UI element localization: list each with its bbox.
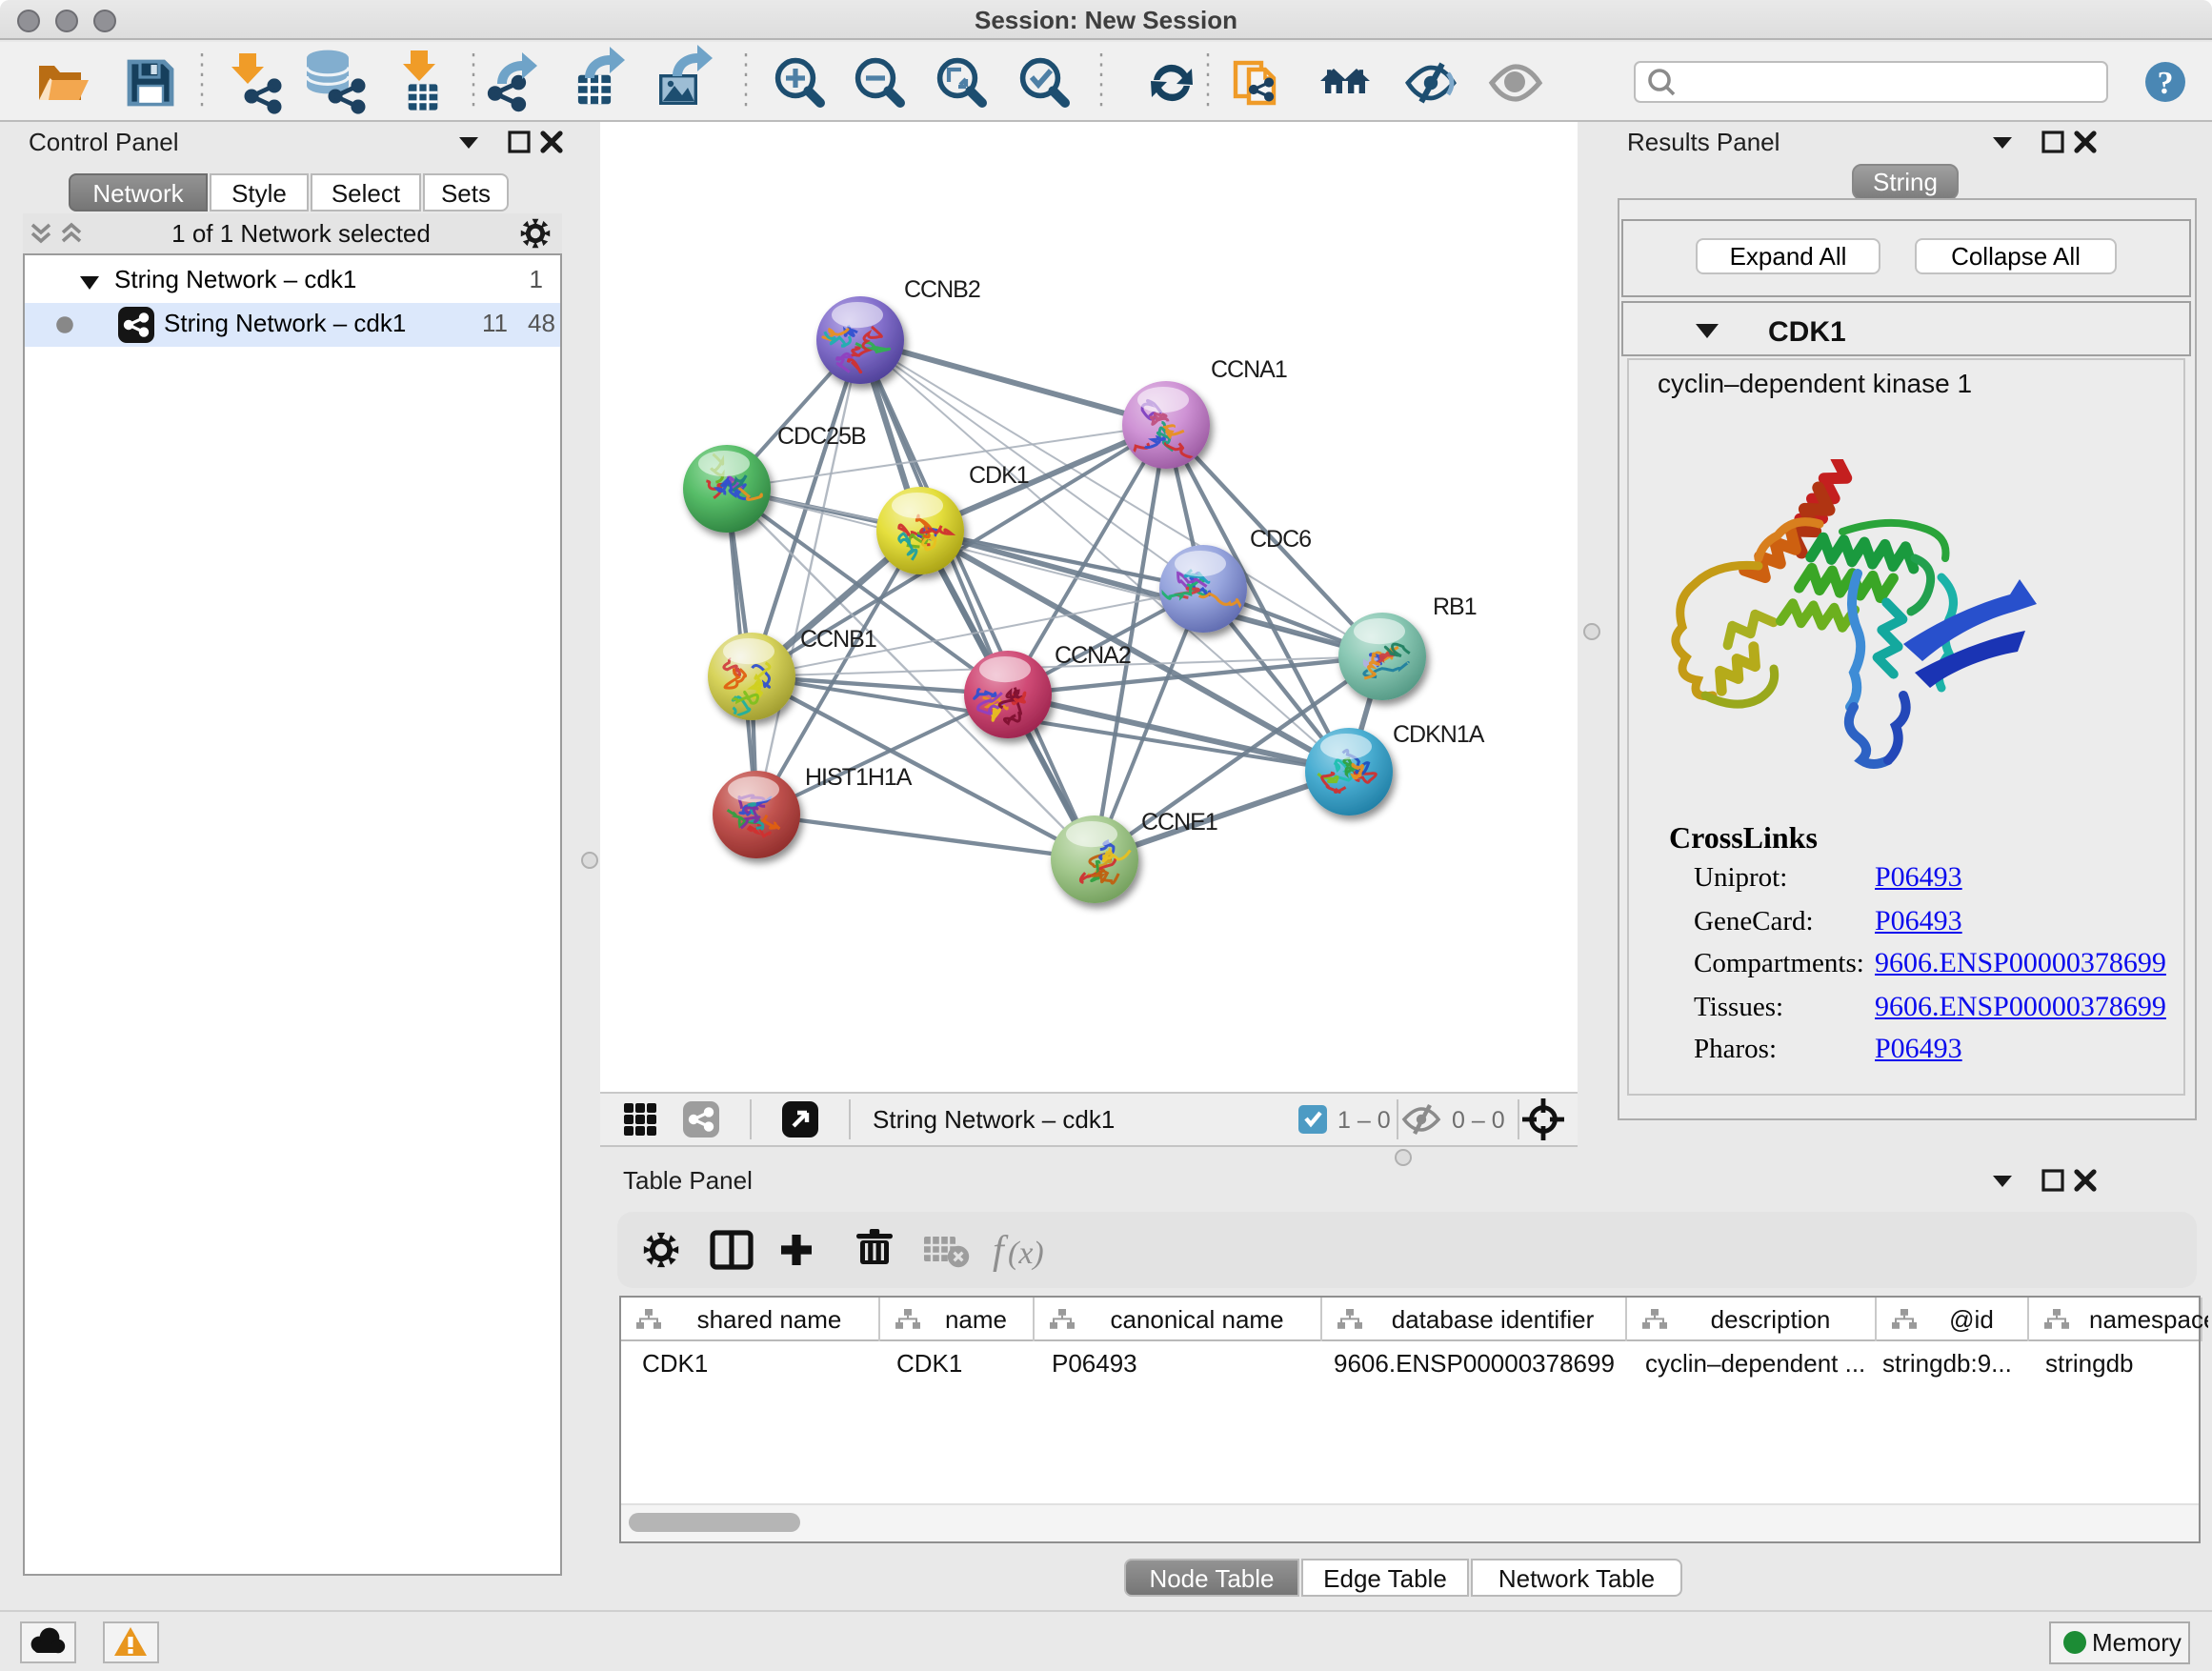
svg-text:CDKN1A: CDKN1A (1393, 721, 1485, 748)
svg-text:?: ? (2158, 66, 2174, 101)
svg-text:f: f (993, 1229, 1009, 1273)
svg-text:Memory: Memory (2092, 1628, 2182, 1657)
svg-text:(x): (x) (1008, 1236, 1044, 1271)
svg-text:1 of 1 Network selected: 1 of 1 Network selected (171, 219, 431, 248)
svg-text:CCNB1: CCNB1 (800, 626, 876, 653)
svg-text:CCNE1: CCNE1 (1141, 809, 1217, 836)
svg-text:String Network – cdk1: String Network – cdk1 (873, 1105, 1115, 1134)
svg-text:CDK1: CDK1 (969, 462, 1029, 489)
svg-text:0 – 0: 0 – 0 (1452, 1107, 1505, 1134)
svg-text:CDC6: CDC6 (1250, 526, 1311, 553)
svg-text:CCNA1: CCNA1 (1211, 356, 1287, 383)
svg-text:CCNA2: CCNA2 (1055, 642, 1131, 669)
svg-text:CCNB2: CCNB2 (904, 276, 980, 303)
svg-text:CDK1: CDK1 (1768, 316, 1846, 348)
svg-text:1 – 0: 1 – 0 (1337, 1107, 1391, 1134)
svg-text:RB1: RB1 (1433, 594, 1477, 620)
svg-text:HIST1H1A: HIST1H1A (805, 764, 913, 791)
svg-text:CDC25B: CDC25B (777, 423, 866, 450)
